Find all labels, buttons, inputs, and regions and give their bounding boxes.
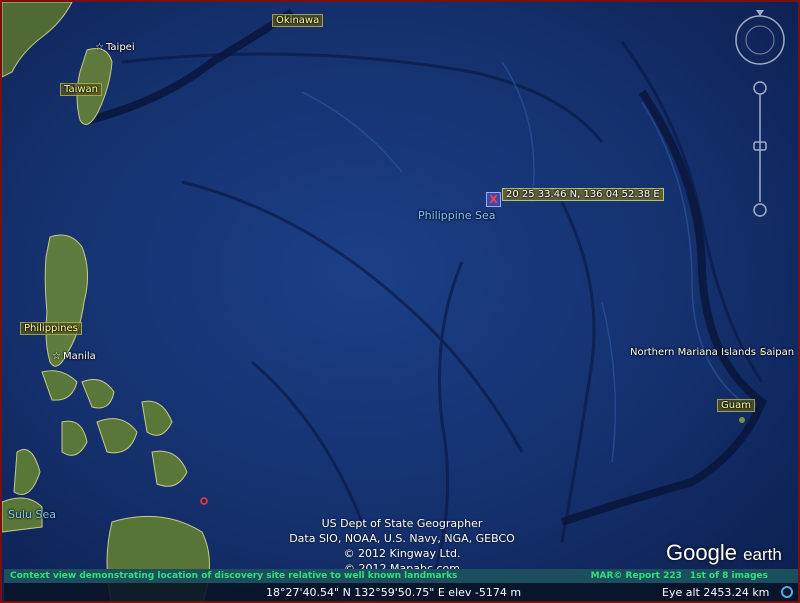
- label-northern-mariana[interactable]: Northern Mariana Islands: [630, 347, 756, 358]
- map-viewport[interactable]: Okinawa ☆ Taipei Taiwan Philippines ☆ Mani…: [0, 0, 800, 603]
- label-taipei[interactable]: ☆ Taipei: [95, 42, 135, 53]
- label-taiwan[interactable]: Taiwan: [60, 83, 103, 96]
- compass-ring-icon[interactable]: [735, 10, 785, 65]
- google-earth-logo: Google earth: [666, 540, 782, 566]
- guam-island: [739, 417, 745, 423]
- label-okinawa[interactable]: Okinawa: [272, 14, 324, 27]
- manila-text: Manila: [62, 351, 96, 362]
- marker-coordinate-label: 20 25 33.46 N, 136 04 52.38 E: [502, 188, 664, 201]
- attribution-line: © 2012 Kingway Ltd.: [343, 547, 461, 560]
- pointer-coordinates: 18°27'40.54" N 132°59'50.75" E elev -517…: [266, 586, 522, 599]
- eye-altitude: Eye alt 2453.24 km: [662, 586, 770, 599]
- status-bar: 18°27'40.54" N 132°59'50.75" E elev -517…: [4, 583, 798, 601]
- attribution-line: Data SIO, NOAA, U.S. Navy, NGA, GEBCO: [289, 532, 515, 545]
- taipei-text: Taipei: [105, 42, 135, 53]
- star-icon: ☆: [95, 42, 104, 53]
- label-sulu-sea[interactable]: Sulu Sea: [8, 508, 56, 521]
- label-manila[interactable]: ☆ Manila: [52, 351, 96, 362]
- report-info: MAR© Report 223 1st of 8 images: [583, 569, 768, 583]
- progress-ring-icon: [781, 586, 793, 598]
- navigation-controls[interactable]: [732, 2, 792, 232]
- logo-earth-text: earth: [743, 545, 782, 564]
- image-count: 1st of 8 images: [689, 571, 768, 581]
- label-philippines[interactable]: Philippines: [20, 322, 82, 335]
- ocean-map[interactable]: [2, 2, 800, 603]
- zoom-slider-icon[interactable]: [753, 81, 767, 217]
- label-philippine-sea[interactable]: Philippine Sea: [418, 209, 496, 222]
- attribution: US Dept of State Geographer Data SIO, NO…: [212, 516, 592, 576]
- x-marker-icon[interactable]: X: [486, 192, 501, 207]
- caption-bar: Context view demonstrating location of d…: [4, 569, 798, 583]
- label-saipan[interactable]: Saipan: [760, 347, 794, 358]
- star-icon: ☆: [52, 351, 61, 362]
- logo-google-text: Google: [666, 540, 737, 565]
- attribution-line: US Dept of State Geographer: [321, 517, 483, 530]
- report-id: MAR© Report 223: [590, 571, 682, 581]
- caption-text: Context view demonstrating location of d…: [10, 571, 458, 581]
- label-guam[interactable]: Guam: [717, 399, 755, 412]
